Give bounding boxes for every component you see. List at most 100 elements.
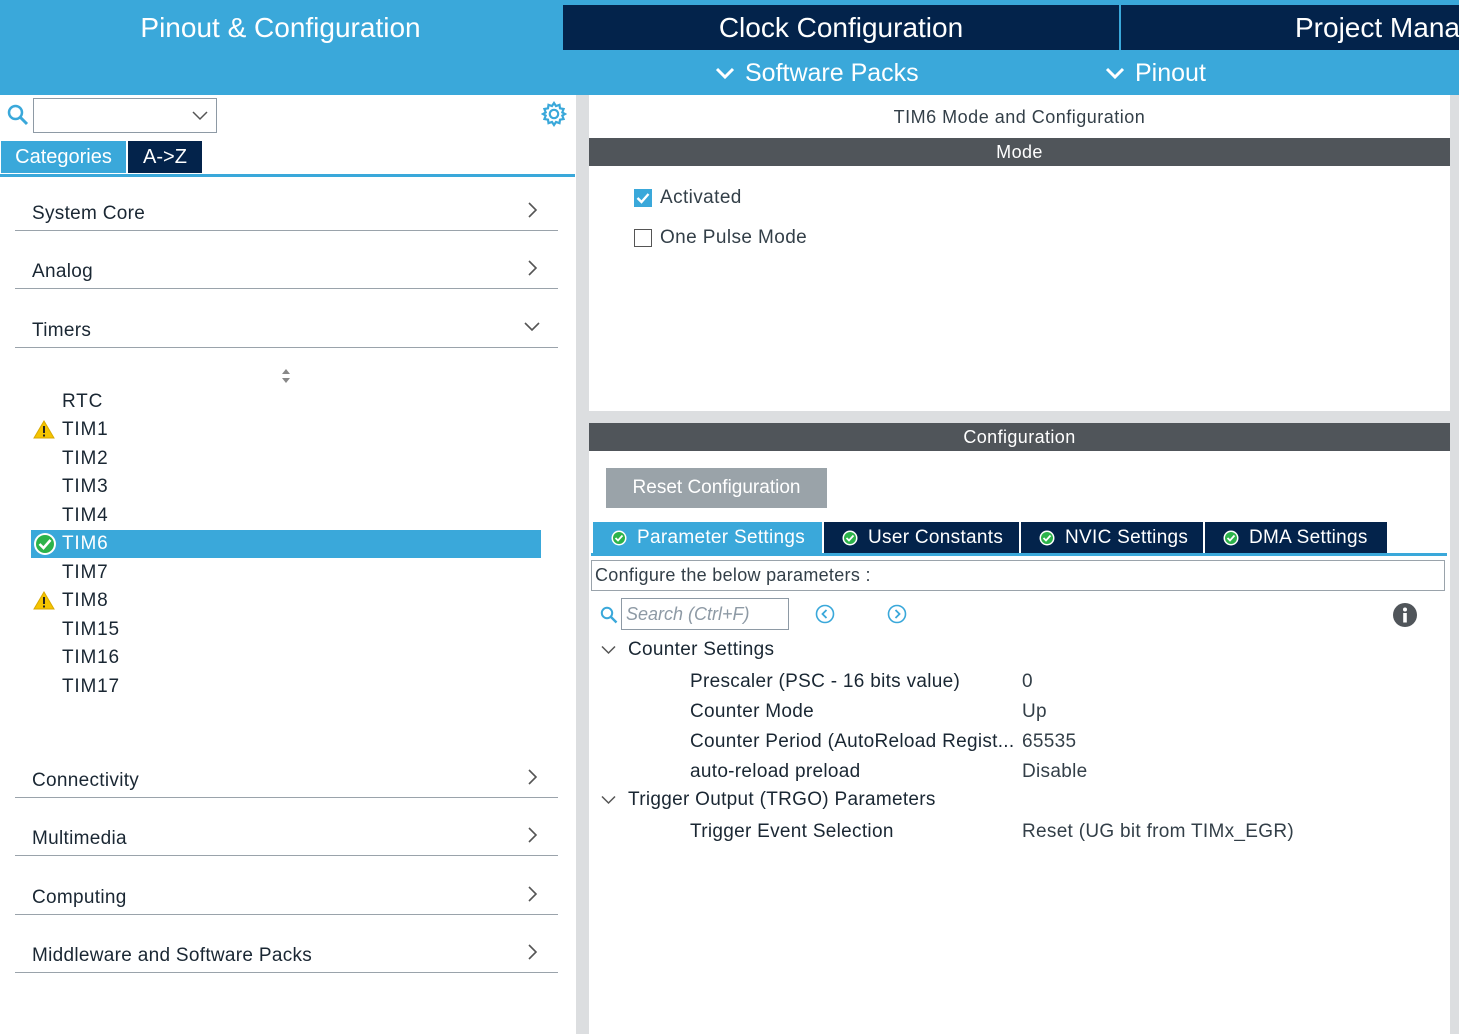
scroll-arrows-icon[interactable] (280, 367, 292, 385)
check-circle-icon (1223, 530, 1239, 546)
group-label: Trigger Output (TRGO) Parameters (628, 789, 936, 810)
tab-label: DMA Settings (1249, 527, 1368, 548)
param-name: auto-reload preload (690, 761, 861, 782)
group-trigger-output[interactable]: Trigger Output (TRGO) Parameters (601, 789, 936, 811)
tab-dma-settings[interactable]: DMA Settings (1205, 522, 1387, 554)
timer-item-tim2[interactable]: TIM2 (31, 445, 541, 473)
param-row-prescaler[interactable]: Prescaler (PSC - 16 bits value) 0 (690, 668, 1430, 696)
timer-item-tim1[interactable]: TIM1 (31, 416, 541, 444)
param-value[interactable]: Up (1022, 701, 1047, 723)
section-splitter[interactable] (589, 411, 1450, 423)
tabs-underline (0, 174, 575, 177)
category-analog[interactable]: Analog (15, 249, 558, 289)
chevron-down-icon (715, 67, 735, 80)
checkbox-label: One Pulse Mode (660, 227, 808, 248)
timer-item-tim8[interactable]: TIM8 (31, 587, 541, 615)
category-system-core[interactable]: System Core (15, 191, 558, 231)
tab-categories[interactable]: Categories (1, 141, 126, 173)
category-label: Timers (32, 320, 92, 341)
search-icon (7, 104, 29, 126)
param-row-counter-mode[interactable]: Counter Mode Up (690, 698, 1430, 726)
category-middleware[interactable]: Middleware and Software Packs (15, 933, 558, 973)
panel-edge-splitter[interactable] (1450, 95, 1459, 1034)
tabs-underline (591, 553, 1447, 556)
warning-icon (33, 420, 55, 439)
group-counter-settings[interactable]: Counter Settings (601, 639, 774, 661)
chevron-down-icon (1105, 67, 1125, 80)
group-label: Counter Settings (628, 639, 775, 660)
category-multimedia[interactable]: Multimedia (15, 816, 558, 856)
parameter-search-input[interactable] (621, 598, 789, 630)
timer-label: TIM2 (62, 448, 109, 469)
param-value[interactable]: 65535 (1022, 731, 1076, 753)
tab-project-manager[interactable]: Project Mana (1121, 5, 1459, 50)
chevron-down-icon (601, 645, 616, 655)
chevron-right-icon (528, 769, 538, 785)
chevron-right-icon (528, 886, 538, 902)
timer-item-tim6[interactable]: TIM6 (31, 530, 541, 558)
timer-label: RTC (62, 391, 104, 412)
checkbox-label: Activated (660, 187, 742, 208)
timer-label: TIM3 (62, 476, 109, 497)
chevron-right-icon (528, 827, 538, 843)
search-icon (600, 606, 618, 624)
tab-clock-configuration[interactable]: Clock Configuration (563, 5, 1119, 50)
checkbox-checked-icon (634, 189, 652, 207)
param-name: Counter Mode (690, 701, 815, 722)
tab-label: NVIC Settings (1065, 527, 1189, 548)
param-value[interactable]: Disable (1022, 761, 1087, 783)
category-label: Connectivity (32, 770, 140, 791)
chevron-right-icon (528, 944, 538, 960)
one-pulse-mode-checkbox[interactable]: One Pulse Mode (634, 227, 807, 249)
tab-a-to-z[interactable]: A->Z (128, 141, 202, 173)
param-name: Trigger Event Selection (690, 821, 894, 842)
category-connectivity[interactable]: Connectivity (15, 758, 558, 798)
info-icon[interactable] (1392, 602, 1418, 628)
timer-item-rtc[interactable]: RTC (31, 388, 541, 416)
timer-item-tim4[interactable]: TIM4 (31, 502, 541, 530)
param-value[interactable]: Reset (UG bit from TIMx_EGR) (1022, 821, 1294, 843)
timer-label: TIM16 (62, 647, 120, 668)
category-timers[interactable]: Timers (15, 308, 558, 348)
tab-user-constants[interactable]: User Constants (824, 522, 1019, 554)
timer-label: TIM15 (62, 619, 120, 640)
next-result-icon[interactable] (887, 604, 907, 624)
software-packs-menu[interactable]: Software Packs (715, 55, 919, 91)
timer-item-tim3[interactable]: TIM3 (31, 473, 541, 501)
timer-item-tim16[interactable]: TIM16 (31, 644, 541, 672)
reset-configuration-button[interactable]: Reset Configuration (606, 468, 827, 508)
gear-icon[interactable] (541, 101, 567, 127)
timer-item-tim15[interactable]: TIM15 (31, 616, 541, 644)
software-packs-label: Software Packs (745, 58, 919, 87)
check-circle-icon (1039, 530, 1055, 546)
param-value[interactable]: 0 (1022, 671, 1033, 693)
param-name: Prescaler (PSC - 16 bits value) (690, 671, 961, 692)
tab-label: User Constants (868, 527, 1004, 548)
categories-panel: Categories A->Z System Core Analog Timer… (0, 95, 576, 1034)
chevron-down-icon (192, 111, 208, 121)
timer-label: TIM6 (62, 533, 109, 554)
panel-splitter[interactable] (576, 95, 589, 1034)
timer-label: TIM1 (62, 419, 109, 440)
activated-checkbox[interactable]: Activated (634, 187, 742, 209)
param-row-trigger-event-selection[interactable]: Trigger Event Selection Reset (UG bit fr… (690, 818, 1430, 846)
timer-item-tim7[interactable]: TIM7 (31, 559, 541, 587)
tab-parameter-settings[interactable]: Parameter Settings (593, 522, 822, 554)
pinout-menu[interactable]: Pinout (1105, 55, 1206, 91)
timer-item-tim17[interactable]: TIM17 (31, 673, 541, 701)
category-label: Analog (32, 261, 93, 282)
mode-header: Mode (589, 138, 1450, 166)
mode-configuration-panel: TIM6 Mode and Configuration Mode Activat… (589, 95, 1459, 1034)
param-row-counter-period[interactable]: Counter Period (AutoReload Regist... 655… (690, 728, 1430, 756)
category-computing[interactable]: Computing (15, 875, 558, 915)
tab-pinout-configuration[interactable]: Pinout & Configuration (0, 5, 561, 50)
previous-result-icon[interactable] (815, 604, 835, 624)
tab-nvic-settings[interactable]: NVIC Settings (1021, 522, 1203, 554)
timer-label: TIM7 (62, 562, 109, 583)
timer-label: TIM4 (62, 505, 109, 526)
param-row-auto-reload-preload[interactable]: auto-reload preload Disable (690, 758, 1430, 786)
pinout-menu-label: Pinout (1135, 58, 1206, 87)
check-circle-icon (34, 533, 56, 555)
checkbox-unchecked-icon (634, 229, 652, 247)
category-search-combo[interactable] (33, 98, 217, 133)
